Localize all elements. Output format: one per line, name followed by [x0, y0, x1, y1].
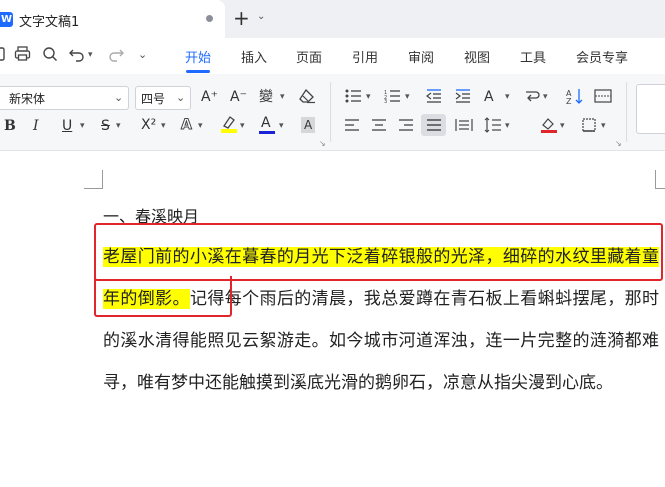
- menu-bar: [0, 38, 665, 74]
- align-center-icon[interactable]: [371, 119, 387, 131]
- menu-member[interactable]: 会员专享: [576, 47, 628, 66]
- distributed-icon[interactable]: [455, 117, 473, 133]
- menu-reference[interactable]: 引用: [352, 47, 378, 66]
- menu-insert[interactable]: 插入: [241, 47, 267, 66]
- font-name-value: 新宋体: [9, 92, 46, 106]
- highlight-dropdown-icon[interactable]: ▾: [240, 121, 245, 131]
- strike-dropdown-icon[interactable]: ▾: [116, 121, 121, 131]
- line-spacing-icon[interactable]: [484, 117, 502, 133]
- undo-icon[interactable]: [69, 46, 85, 62]
- highlight-icon[interactable]: [220, 114, 238, 134]
- font-dialog-launcher-icon[interactable]: ↘: [319, 139, 326, 148]
- document-title: 文字文稿1: [19, 15, 80, 30]
- text-effect-icon[interactable]: A: [181, 117, 193, 134]
- sort-icon[interactable]: AZ: [566, 88, 584, 104]
- more-icon[interactable]: ⌄: [138, 48, 147, 61]
- line-break-dropdown-icon[interactable]: ▾: [543, 92, 548, 102]
- new-tab-button[interactable]: +: [233, 6, 250, 30]
- font-color-swatch: [259, 131, 275, 134]
- annotation-box: [94, 276, 232, 317]
- menu-home[interactable]: 开始: [185, 47, 211, 66]
- ribbon-divider: [330, 82, 331, 142]
- annotation-box: [94, 223, 663, 281]
- increase-indent-icon[interactable]: [455, 89, 471, 103]
- print-icon[interactable]: [14, 46, 32, 62]
- undo-dropdown-icon[interactable]: ▾: [88, 50, 93, 60]
- svg-text:Z: Z: [566, 97, 572, 104]
- table-icon[interactable]: [594, 89, 612, 103]
- phonetic-dropdown-icon[interactable]: ▾: [280, 92, 285, 102]
- border-dropdown-icon[interactable]: ▾: [601, 121, 606, 131]
- menu-review[interactable]: 审阅: [408, 47, 434, 66]
- superscript-icon[interactable]: X²: [141, 117, 156, 133]
- superscript-dropdown-icon[interactable]: ▾: [161, 121, 166, 131]
- decrease-font-icon[interactable]: A⁻: [230, 89, 247, 105]
- chevron-down-icon[interactable]: ⌄: [114, 91, 123, 104]
- align-left-icon[interactable]: [344, 119, 360, 131]
- shading-icon[interactable]: [540, 116, 558, 134]
- title-bar: W 文字文稿1 + ⌄: [0, 0, 665, 38]
- underline-icon[interactable]: U: [62, 118, 72, 134]
- align-right-icon[interactable]: [398, 119, 414, 131]
- menu-active-indicator: [186, 70, 210, 73]
- border-icon[interactable]: [582, 118, 596, 132]
- strikethrough-icon[interactable]: S: [101, 118, 110, 134]
- svg-text:3: 3: [384, 99, 387, 103]
- menu-page[interactable]: 页面: [296, 47, 322, 66]
- menu-tools[interactable]: 工具: [520, 47, 546, 66]
- increase-font-icon[interactable]: A⁺: [201, 89, 218, 105]
- decrease-indent-icon[interactable]: [426, 89, 442, 103]
- char-shading-icon[interactable]: A: [301, 117, 316, 133]
- menu-view[interactable]: 视图: [464, 47, 490, 66]
- bold-icon[interactable]: B: [4, 118, 16, 134]
- font-name-select[interactable]: 新宋体 ⌄: [0, 86, 129, 110]
- search-icon[interactable]: [42, 46, 58, 62]
- ribbon-divider: [626, 82, 627, 142]
- numbering-dropdown-icon[interactable]: ▾: [405, 92, 410, 102]
- document-tab[interactable]: W 文字文稿1: [0, 0, 225, 38]
- numbering-icon[interactable]: 123: [384, 89, 402, 103]
- chevron-down-icon[interactable]: ⌄: [176, 91, 185, 104]
- clear-format-icon[interactable]: [298, 88, 316, 104]
- unsaved-dot-icon[interactable]: [206, 15, 213, 22]
- new-tab-dropdown-icon[interactable]: ⌄: [257, 11, 265, 22]
- bullets-icon[interactable]: [345, 89, 363, 103]
- page-corner-mark: [655, 170, 665, 189]
- font-color-dropdown-icon[interactable]: ▾: [279, 121, 284, 131]
- font-size-value: 四号: [141, 92, 166, 106]
- font-size-select[interactable]: 四号 ⌄: [135, 86, 191, 110]
- italic-icon[interactable]: I: [33, 118, 39, 134]
- font-color-icon[interactable]: A: [261, 115, 271, 131]
- line-spacing-dropdown-icon[interactable]: ▾: [505, 121, 510, 131]
- style-gallery[interactable]: [636, 84, 665, 134]
- justify-icon[interactable]: [426, 119, 442, 131]
- page-corner-mark: [84, 170, 103, 189]
- text-direction-icon[interactable]: A: [484, 89, 494, 105]
- save-icon[interactable]: [0, 46, 6, 62]
- text-direction-dropdown-icon[interactable]: ▾: [505, 92, 510, 102]
- phonetic-icon[interactable]: 變: [259, 89, 273, 105]
- line-break-icon[interactable]: [524, 89, 540, 103]
- shading-dropdown-icon[interactable]: ▾: [560, 121, 565, 131]
- underline-dropdown-icon[interactable]: ▾: [80, 121, 85, 131]
- text-effect-dropdown-icon[interactable]: ▾: [198, 121, 203, 131]
- paragraph-dialog-launcher-icon[interactable]: ↘: [615, 139, 622, 148]
- redo-icon[interactable]: [108, 46, 124, 62]
- wps-writer-icon: W: [0, 12, 13, 27]
- bullets-dropdown-icon[interactable]: ▾: [366, 92, 371, 102]
